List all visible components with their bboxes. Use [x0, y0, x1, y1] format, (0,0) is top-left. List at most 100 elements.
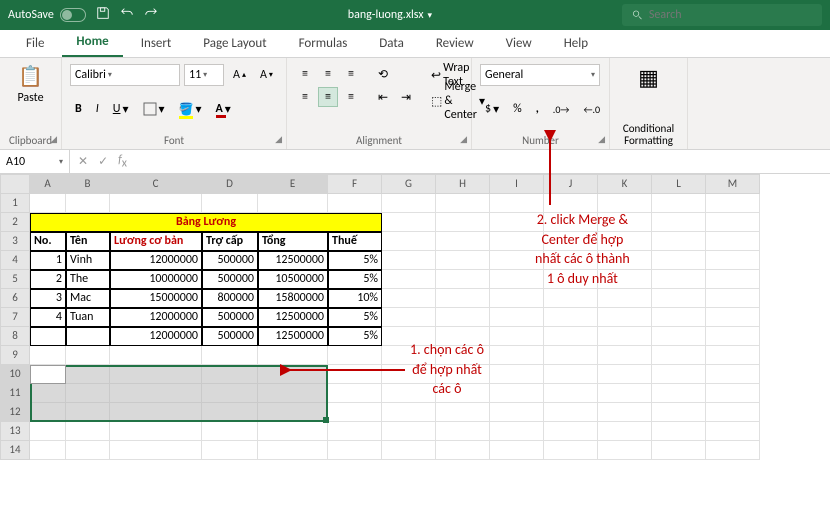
- row-header-11[interactable]: 11: [0, 384, 30, 403]
- cell[interactable]: [382, 327, 436, 346]
- cell[interactable]: [544, 194, 598, 213]
- align-middle-icon[interactable]: ≡: [318, 64, 338, 84]
- row-header-14[interactable]: 14: [0, 441, 30, 460]
- cell[interactable]: [436, 232, 490, 251]
- table-cell[interactable]: 500000: [202, 251, 258, 270]
- tab-review[interactable]: Review: [422, 30, 488, 57]
- enter-icon[interactable]: ✓: [98, 154, 108, 169]
- cell[interactable]: [598, 403, 652, 422]
- cell[interactable]: [652, 289, 706, 308]
- select-all-corner[interactable]: [0, 174, 30, 194]
- cell[interactable]: [652, 213, 706, 232]
- tab-formulas[interactable]: Formulas: [285, 30, 362, 57]
- cell[interactable]: [382, 232, 436, 251]
- cancel-icon[interactable]: ✕: [78, 154, 88, 169]
- cell[interactable]: [436, 308, 490, 327]
- cell[interactable]: [66, 441, 110, 460]
- table-cell[interactable]: 3: [30, 289, 66, 308]
- increase-indent-icon[interactable]: ⇥: [396, 87, 416, 107]
- cell[interactable]: [328, 194, 382, 213]
- dialog-launcher-icon[interactable]: ◢: [50, 134, 57, 145]
- table-cell[interactable]: 10%: [328, 289, 382, 308]
- cell[interactable]: [706, 251, 760, 270]
- cell[interactable]: [598, 194, 652, 213]
- orientation-icon[interactable]: ⟲: [373, 64, 393, 84]
- cell[interactable]: [706, 403, 760, 422]
- table-header[interactable]: Thuế: [328, 232, 382, 251]
- table-cell[interactable]: 5%: [328, 308, 382, 327]
- cell[interactable]: [436, 384, 490, 403]
- table-header[interactable]: Trợ cấp: [202, 232, 258, 251]
- cell[interactable]: [544, 251, 598, 270]
- cell[interactable]: [382, 422, 436, 441]
- col-header-M[interactable]: M: [706, 174, 760, 194]
- row-header-12[interactable]: 12: [0, 403, 30, 422]
- undo-icon[interactable]: [120, 6, 134, 24]
- align-top-icon[interactable]: ≡: [295, 64, 315, 84]
- cell[interactable]: [598, 365, 652, 384]
- table-cell[interactable]: Tuan: [66, 308, 110, 327]
- table-cell[interactable]: 5%: [328, 270, 382, 289]
- table-cell[interactable]: 12500000: [258, 251, 328, 270]
- table-header[interactable]: Lương cơ bản: [110, 232, 202, 251]
- cell[interactable]: [382, 308, 436, 327]
- cell[interactable]: [202, 403, 258, 422]
- cell[interactable]: [652, 194, 706, 213]
- cell[interactable]: [258, 384, 328, 403]
- table-cell[interactable]: [66, 327, 110, 346]
- cell[interactable]: [490, 213, 544, 232]
- cell[interactable]: [652, 327, 706, 346]
- cell[interactable]: [490, 270, 544, 289]
- cell[interactable]: [490, 346, 544, 365]
- row-header-13[interactable]: 13: [0, 422, 30, 441]
- row-header-6[interactable]: 6: [0, 289, 30, 308]
- cell[interactable]: [110, 403, 202, 422]
- cell[interactable]: [30, 365, 66, 384]
- cell[interactable]: [328, 422, 382, 441]
- decrease-indent-icon[interactable]: ⇤: [373, 87, 393, 107]
- cell[interactable]: [652, 346, 706, 365]
- cell[interactable]: [598, 213, 652, 232]
- cell[interactable]: [598, 346, 652, 365]
- cell[interactable]: [110, 422, 202, 441]
- cell[interactable]: [202, 422, 258, 441]
- cell[interactable]: [544, 308, 598, 327]
- cell[interactable]: [544, 232, 598, 251]
- cell[interactable]: [598, 308, 652, 327]
- spreadsheet-grid[interactable]: ABCDEFGHIJKLM12Bảng Lương3No.TênLương cơ…: [0, 174, 830, 460]
- cell[interactable]: [66, 422, 110, 441]
- cell[interactable]: [652, 308, 706, 327]
- cell[interactable]: [258, 403, 328, 422]
- cell[interactable]: [110, 346, 202, 365]
- cell[interactable]: [328, 365, 382, 384]
- cell[interactable]: [202, 384, 258, 403]
- cell[interactable]: [652, 422, 706, 441]
- cell[interactable]: [652, 232, 706, 251]
- merged-header[interactable]: Bảng Lương: [30, 213, 382, 232]
- cell[interactable]: [490, 232, 544, 251]
- row-header-8[interactable]: 8: [0, 327, 30, 346]
- cell[interactable]: [436, 327, 490, 346]
- table-cell[interactable]: 12000000: [110, 308, 202, 327]
- cell[interactable]: [544, 327, 598, 346]
- table-cell[interactable]: 12000000: [110, 251, 202, 270]
- cell[interactable]: [436, 403, 490, 422]
- cell[interactable]: [382, 403, 436, 422]
- cell[interactable]: [382, 213, 436, 232]
- cell[interactable]: [436, 270, 490, 289]
- chevron-down-icon[interactable]: ▾: [428, 10, 433, 21]
- col-header-L[interactable]: L: [652, 174, 706, 194]
- row-header-2[interactable]: 2: [0, 213, 30, 232]
- cell[interactable]: [598, 251, 652, 270]
- cell[interactable]: [598, 289, 652, 308]
- cell[interactable]: [30, 403, 66, 422]
- cell[interactable]: [436, 194, 490, 213]
- cell[interactable]: [110, 384, 202, 403]
- col-header-E[interactable]: E: [258, 174, 328, 194]
- cell[interactable]: [30, 194, 66, 213]
- cell[interactable]: [30, 441, 66, 460]
- borders-button[interactable]: ▾: [138, 98, 170, 120]
- cell[interactable]: [66, 384, 110, 403]
- name-box[interactable]: A10▾: [0, 150, 70, 173]
- cell[interactable]: [598, 384, 652, 403]
